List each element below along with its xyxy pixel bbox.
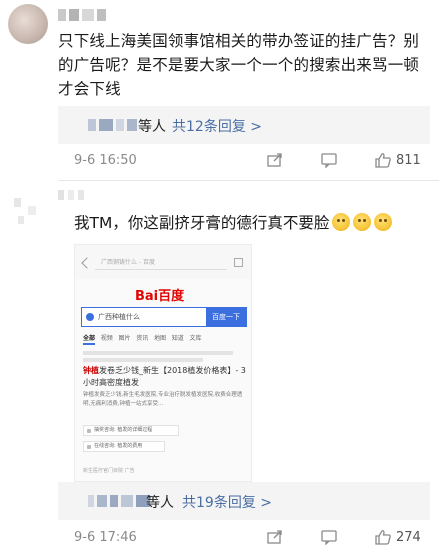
blurred-line bbox=[83, 351, 233, 355]
reply-usernames-pixelated bbox=[88, 119, 137, 131]
reply-suffix: 等人 bbox=[138, 119, 166, 135]
search-query: 广西种植什么 bbox=[98, 313, 140, 321]
share-icon[interactable] bbox=[266, 152, 284, 168]
browser-bar: 广西钢铸什么 - 百度 bbox=[75, 245, 251, 279]
blurred-line bbox=[83, 358, 203, 362]
user-avatar[interactable] bbox=[8, 4, 48, 44]
reply-usernames-pixelated bbox=[88, 495, 150, 507]
comment-time: 9-6 17:46 bbox=[74, 530, 137, 545]
share-icon[interactable] bbox=[266, 529, 284, 545]
search-button: 百度一下 bbox=[206, 308, 246, 326]
active-tab-indicator bbox=[83, 343, 95, 345]
view-replies-link[interactable]: 共19条回复 > bbox=[182, 492, 272, 512]
result-chip: 在线咨询: 植发的费用 bbox=[83, 441, 165, 452]
attached-screenshot[interactable]: 广西钢铸什么 - 百度 Bai百度 广西种植什么 百度一下 全部 视频 图片 资… bbox=[74, 244, 252, 482]
comment-meta: 9-6 17:46 274 bbox=[58, 528, 430, 548]
result-title: 钟植发卷乏少钱_新生【2018植发价格表】- 3小时高密度植发 bbox=[83, 366, 246, 387]
result-description: 钟植发费乏少钱,新生毛发医院,专业治疗脱发植发医院,收费合理透明,无痛利消费,钟… bbox=[83, 392, 243, 407]
like-count: 811 bbox=[396, 153, 421, 168]
like-icon[interactable] bbox=[374, 152, 392, 168]
comment-icon[interactable] bbox=[320, 152, 338, 168]
comment-divider bbox=[58, 180, 439, 181]
reply-preview[interactable]: 等人 共19条回复 > bbox=[58, 482, 430, 520]
username-pixelated[interactable] bbox=[58, 190, 84, 200]
baidu-logo: Bai百度 bbox=[135, 289, 185, 304]
back-icon bbox=[81, 257, 93, 269]
comment-icon[interactable] bbox=[320, 529, 338, 545]
comment-text-body: 我TM，你这副挤牙膏的德行真不要脸 bbox=[74, 214, 330, 232]
comment-text: 我TM，你这副挤牙膏的德行真不要脸 bbox=[74, 211, 393, 235]
like-count: 274 bbox=[396, 530, 421, 545]
smiling-face-icon bbox=[332, 213, 351, 231]
reply-suffix: 等人 bbox=[146, 495, 174, 511]
tabs-icon bbox=[234, 258, 243, 267]
comment-text: 只下线上海美国领事馆相关的带办签证的挂广告？别的广告呢？是不是要大家一个一个的搜… bbox=[58, 32, 420, 98]
search-tabs: 全部 视频 图片 资讯 地图 知道 文库 bbox=[83, 335, 202, 342]
search-box: 广西种植什么 百度一下 bbox=[81, 307, 247, 327]
url-bar: 广西钢铸什么 - 百度 bbox=[95, 256, 227, 270]
reply-preview[interactable]: 等人 共12条回复 > bbox=[58, 106, 430, 144]
comment-meta: 9-6 16:50 811 bbox=[58, 151, 430, 171]
paw-icon bbox=[86, 313, 94, 321]
result-chip: 抽奖咨询: 植发的详细过程 bbox=[83, 425, 179, 436]
smiling-face-icon bbox=[353, 213, 372, 231]
username-pixelated[interactable] bbox=[58, 9, 128, 23]
like-icon[interactable] bbox=[374, 529, 392, 545]
user-avatar[interactable] bbox=[10, 196, 42, 228]
view-replies-link[interactable]: 共12条回复 > bbox=[172, 116, 262, 136]
smiling-face-icon bbox=[374, 213, 393, 231]
result-footer: 新生医疗官门目院 广告 bbox=[83, 468, 135, 474]
comment-time: 9-6 16:50 bbox=[74, 153, 137, 168]
